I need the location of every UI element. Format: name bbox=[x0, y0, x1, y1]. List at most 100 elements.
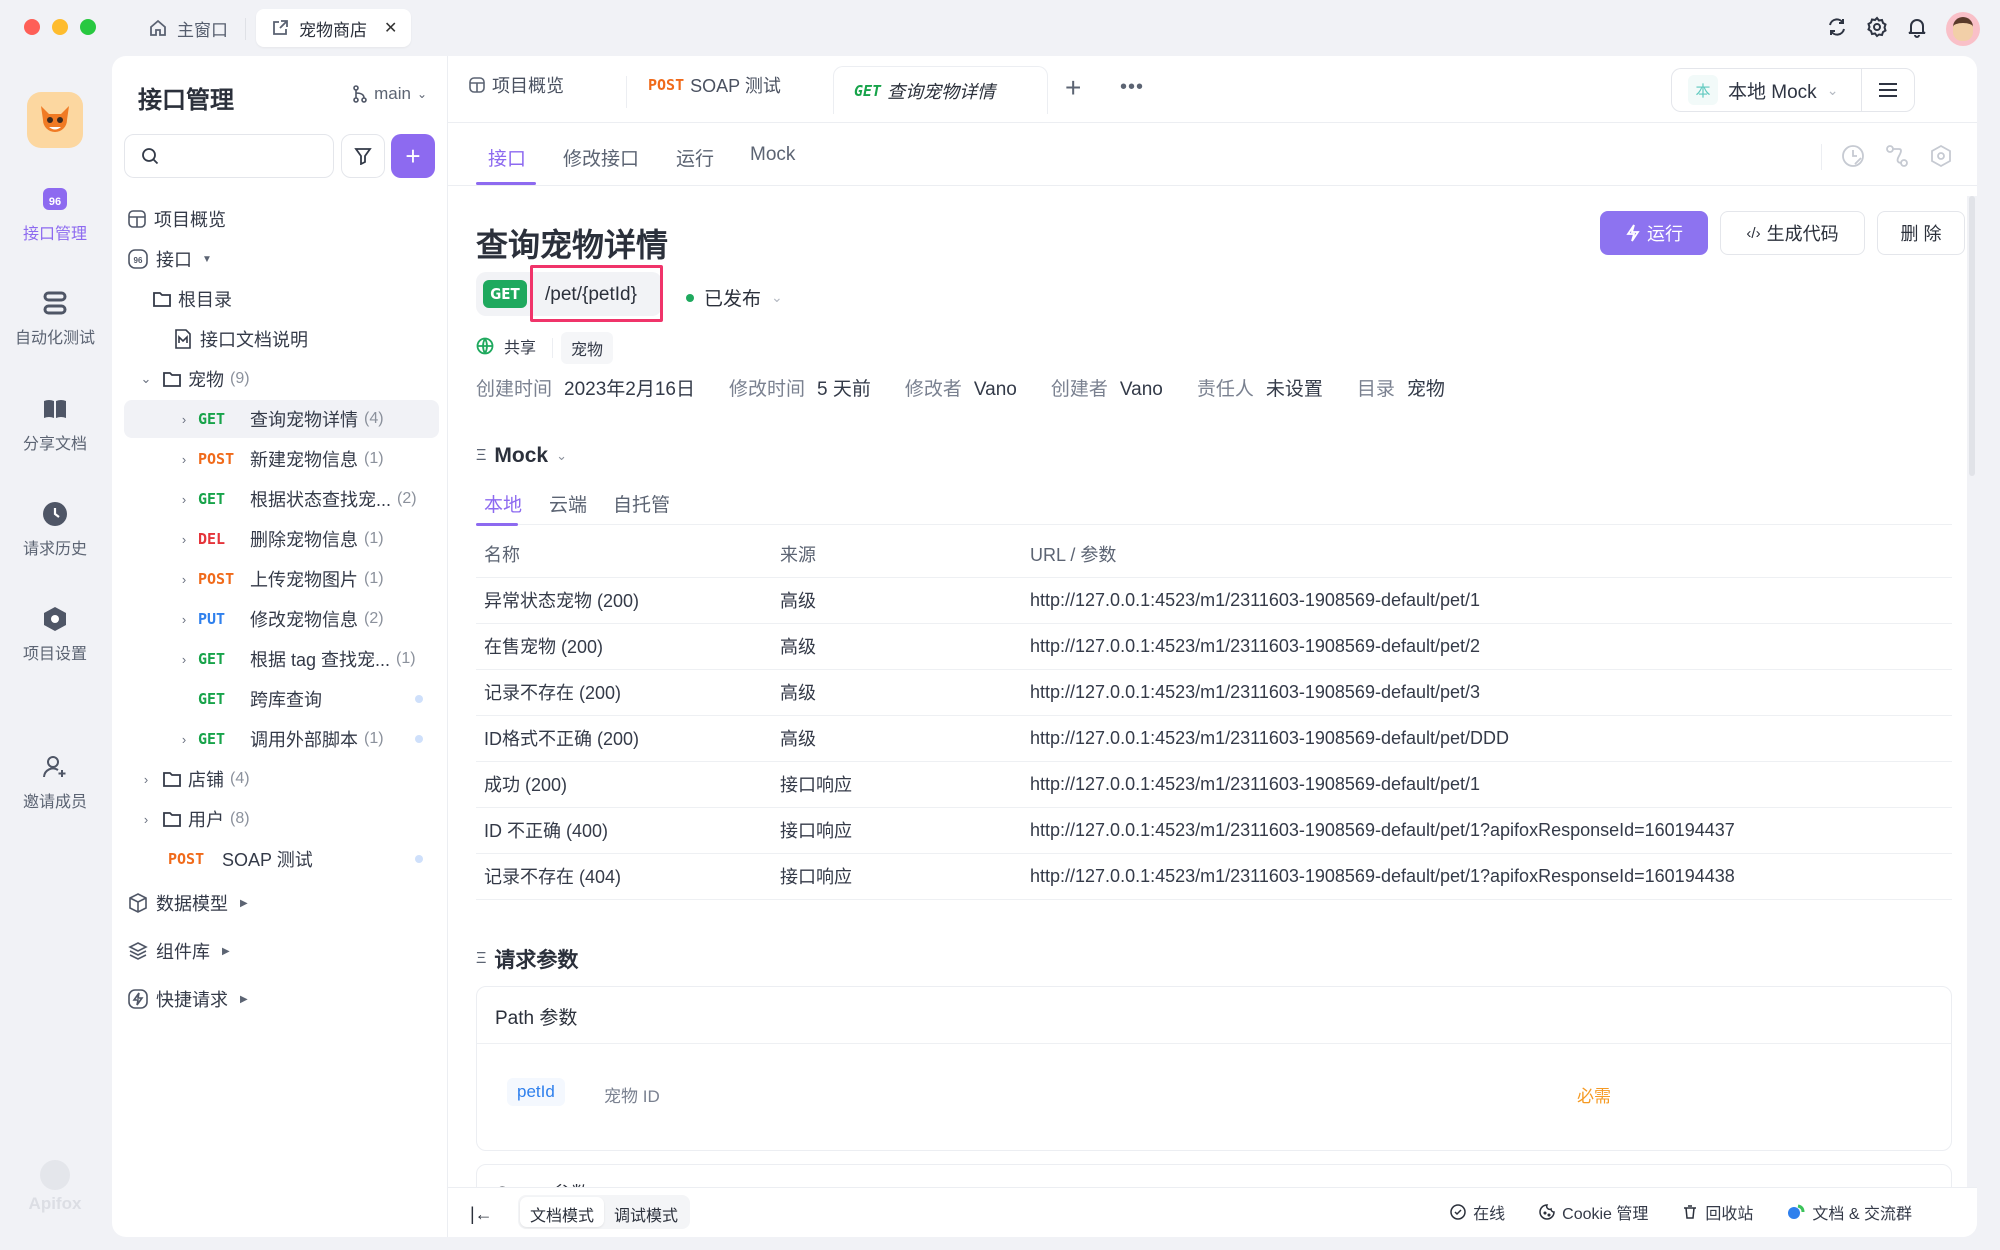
workflow-icon[interactable] bbox=[1885, 144, 1909, 168]
tree-section-apis[interactable]: 96 接口 ▼ bbox=[124, 240, 439, 278]
window-minimize-button[interactable] bbox=[52, 19, 68, 35]
mock-url-cell[interactable]: http://127.0.0.1:4523/m1/2311603-1908569… bbox=[1022, 853, 1952, 900]
chevron-down-icon[interactable]: ⌄ bbox=[138, 371, 154, 387]
collapse-sidebar-button[interactable]: |← bbox=[470, 1204, 493, 1225]
rail-item-history[interactable]: 请求历史 bbox=[0, 501, 110, 559]
mock-table-row[interactable]: 异常状态宠物 (200) 高级 http://127.0.0.1:4523/m1/2… bbox=[476, 577, 1952, 624]
mock-tab-local[interactable]: 本地 bbox=[484, 490, 522, 517]
filter-button[interactable] bbox=[341, 134, 385, 178]
param-name-chip[interactable]: petId bbox=[507, 1078, 565, 1106]
doc-mode-button[interactable]: 文档模式 bbox=[520, 1197, 605, 1227]
chevron-right-icon[interactable]: › bbox=[176, 612, 192, 627]
mock-table-row[interactable]: 在售宠物 (200) 高级 http://127.0.0.1:4523/m1/231… bbox=[476, 623, 1952, 670]
bell-icon[interactable] bbox=[1904, 14, 1930, 40]
history-edit-icon[interactable] bbox=[1841, 144, 1865, 168]
gear-icon[interactable] bbox=[1864, 14, 1890, 40]
tree-item-endpoint[interactable]: › GET 查询宠物详情 (4) bbox=[124, 400, 439, 438]
window-tab-home[interactable]: 主窗口 bbox=[134, 9, 242, 47]
mock-section-header[interactable]: Ξ Mock ⌄ bbox=[476, 444, 567, 468]
window-tab-project[interactable]: 宠物商店 ✕ bbox=[256, 9, 412, 47]
tree-section-schemas[interactable]: 数据模型 ▶ bbox=[124, 884, 439, 922]
tree-item-endpoint[interactable]: › GET 调用外部脚本 (1) bbox=[124, 720, 439, 758]
docs-community-button[interactable]: 文档 & 交流群 bbox=[1787, 1200, 1912, 1224]
subtab-edit[interactable]: 修改接口 bbox=[563, 144, 639, 171]
chevron-right-icon[interactable]: › bbox=[138, 812, 154, 827]
chevron-right-icon[interactable]: › bbox=[176, 532, 192, 547]
refresh-icon[interactable] bbox=[1824, 14, 1850, 40]
tree-item-doc[interactable]: 接口文档说明 bbox=[124, 320, 439, 358]
main-scrollbar-thumb[interactable] bbox=[1969, 196, 1975, 476]
new-tab-button[interactable]: + bbox=[1065, 72, 1081, 104]
online-status[interactable]: 在线 bbox=[1450, 1200, 1505, 1224]
app-logo[interactable] bbox=[27, 92, 83, 148]
tree-item-root[interactable]: 根目录 bbox=[124, 280, 439, 318]
tree-search-input[interactable] bbox=[124, 134, 334, 178]
mock-table-row[interactable]: ID格式不正确 (200) 高级 http://127.0.0.1:4523/m1/… bbox=[476, 715, 1952, 762]
tree-section-components[interactable]: 组件库 ▶ bbox=[124, 932, 439, 970]
mock-table-row[interactable]: ID 不正确 (400) 接口响应 http://127.0.0.1:4523/m1… bbox=[476, 807, 1952, 854]
tree-item-endpoint[interactable]: › PUT 修改宠物信息 (2) bbox=[124, 600, 439, 638]
mock-tab-self-hosted[interactable]: 自托管 bbox=[613, 490, 670, 517]
tab-project-overview[interactable]: 项目概览 bbox=[448, 56, 584, 113]
window-close-button[interactable] bbox=[24, 19, 40, 35]
chevron-right-icon[interactable]: › bbox=[176, 732, 192, 747]
window-maximize-button[interactable] bbox=[80, 19, 96, 35]
subtab-mock[interactable]: Mock bbox=[750, 144, 795, 166]
tree-item-endpoint[interactable]: › POST 新建宠物信息 (1) bbox=[124, 440, 439, 478]
cookie-manager-button[interactable]: Cookie 管理 bbox=[1539, 1200, 1648, 1224]
mock-table-row[interactable]: 成功 (200) 接口响应 http://127.0.0.1:4523/m1/231… bbox=[476, 761, 1952, 808]
mock-url-cell[interactable]: http://127.0.0.1:4523/m1/2311603-1908569… bbox=[1022, 669, 1952, 716]
tree-item-endpoint[interactable]: POST SOAP 测试 bbox=[124, 840, 439, 878]
chevron-right-icon[interactable]: › bbox=[176, 572, 192, 587]
rail-item-share-docs[interactable]: 分享文档 bbox=[0, 396, 110, 454]
mock-table-row[interactable]: 记录不存在 (200) 高级 http://127.0.0.1:4523/m1/23… bbox=[476, 669, 1952, 716]
rail-item-api-management[interactable]: 96 接口管理 bbox=[0, 186, 110, 244]
debug-mode-button[interactable]: 调试模式 bbox=[604, 1197, 688, 1227]
run-button[interactable]: 运行 bbox=[1600, 211, 1708, 255]
close-icon[interactable]: ✕ bbox=[384, 18, 397, 38]
status-selector[interactable]: 已发布 ⌄ bbox=[686, 284, 783, 311]
share-indicator[interactable]: 共享 bbox=[476, 334, 536, 358]
mock-url-cell[interactable]: http://127.0.0.1:4523/m1/2311603-1908569… bbox=[1022, 577, 1952, 624]
avatar[interactable] bbox=[1946, 12, 1980, 46]
chevron-right-icon[interactable]: › bbox=[176, 412, 192, 427]
tree-item-folder[interactable]: › 店铺 (4) bbox=[124, 760, 439, 798]
tree-section-quick-requests[interactable]: 快捷请求 ▶ bbox=[124, 980, 439, 1018]
chevron-right-icon[interactable]: › bbox=[176, 652, 192, 667]
tree-item-endpoint[interactable]: › GET 根据 tag 查找宠... (1) bbox=[124, 640, 439, 678]
menu-button[interactable] bbox=[1861, 68, 1915, 112]
env-selector[interactable]: 本 本地 Mock ⌄ bbox=[1671, 68, 1861, 112]
delete-button[interactable]: 删 除 bbox=[1877, 211, 1965, 255]
tree-item-project-overview[interactable]: 项目概览 bbox=[124, 200, 439, 238]
tree-item-folder[interactable]: › 用户 (8) bbox=[124, 800, 439, 838]
subtab-api[interactable]: 接口 bbox=[488, 144, 526, 171]
rail-item-invite[interactable]: 邀请成员 bbox=[0, 754, 110, 812]
more-tabs-button[interactable]: ••• bbox=[1120, 76, 1144, 99]
tree-item-folder[interactable]: ⌄ 宠物 (9) bbox=[124, 360, 439, 398]
chevron-right-icon[interactable]: › bbox=[138, 772, 154, 787]
tree-item-endpoint[interactable]: › GET 根据状态查找宠... (2) bbox=[124, 480, 439, 518]
chevron-right-icon[interactable]: › bbox=[176, 452, 192, 467]
tree-item-endpoint[interactable]: › POST 上传宠物图片 (1) bbox=[124, 560, 439, 598]
rail-item-project-settings[interactable]: 项目设置 bbox=[0, 606, 110, 664]
tab-soap-test[interactable]: POST SOAP 测试 bbox=[628, 56, 801, 113]
generate-code-button[interactable]: ‹/› 生成代码 bbox=[1720, 211, 1865, 255]
mock-url-cell[interactable]: http://127.0.0.1:4523/m1/2311603-1908569… bbox=[1022, 761, 1952, 808]
mock-tab-cloud[interactable]: 云端 bbox=[549, 490, 587, 517]
tab-get-pet-detail[interactable]: GET 查询宠物详情 bbox=[833, 66, 1048, 114]
recycle-bin-button[interactable]: 回收站 bbox=[1682, 1200, 1753, 1224]
rail-item-automation[interactable]: 自动化测试 bbox=[0, 290, 110, 348]
branch-selector[interactable]: main ⌄ bbox=[352, 84, 427, 104]
mock-url-cell[interactable]: http://127.0.0.1:4523/m1/2311603-1908569… bbox=[1022, 715, 1952, 762]
tree-item-endpoint[interactable]: GET 跨库查询 bbox=[124, 680, 439, 718]
mock-table-row[interactable]: 记录不存在 (404) 接口响应 http://127.0.0.1:4523/m1/… bbox=[476, 853, 1952, 900]
chevron-right-icon[interactable]: › bbox=[176, 492, 192, 507]
subtab-run[interactable]: 运行 bbox=[676, 144, 714, 171]
params-section-header[interactable]: Ξ 请求参数 bbox=[476, 944, 578, 974]
mock-url-cell[interactable]: http://127.0.0.1:4523/m1/2311603-1908569… bbox=[1022, 623, 1952, 670]
add-button[interactable]: + bbox=[391, 134, 435, 178]
settings-hex-icon[interactable] bbox=[1929, 144, 1953, 168]
mock-url-cell[interactable]: http://127.0.0.1:4523/m1/2311603-1908569… bbox=[1022, 807, 1952, 854]
tag-chip[interactable]: 宠物 bbox=[561, 332, 614, 364]
tree-item-endpoint[interactable]: › DEL 删除宠物信息 (1) bbox=[124, 520, 439, 558]
